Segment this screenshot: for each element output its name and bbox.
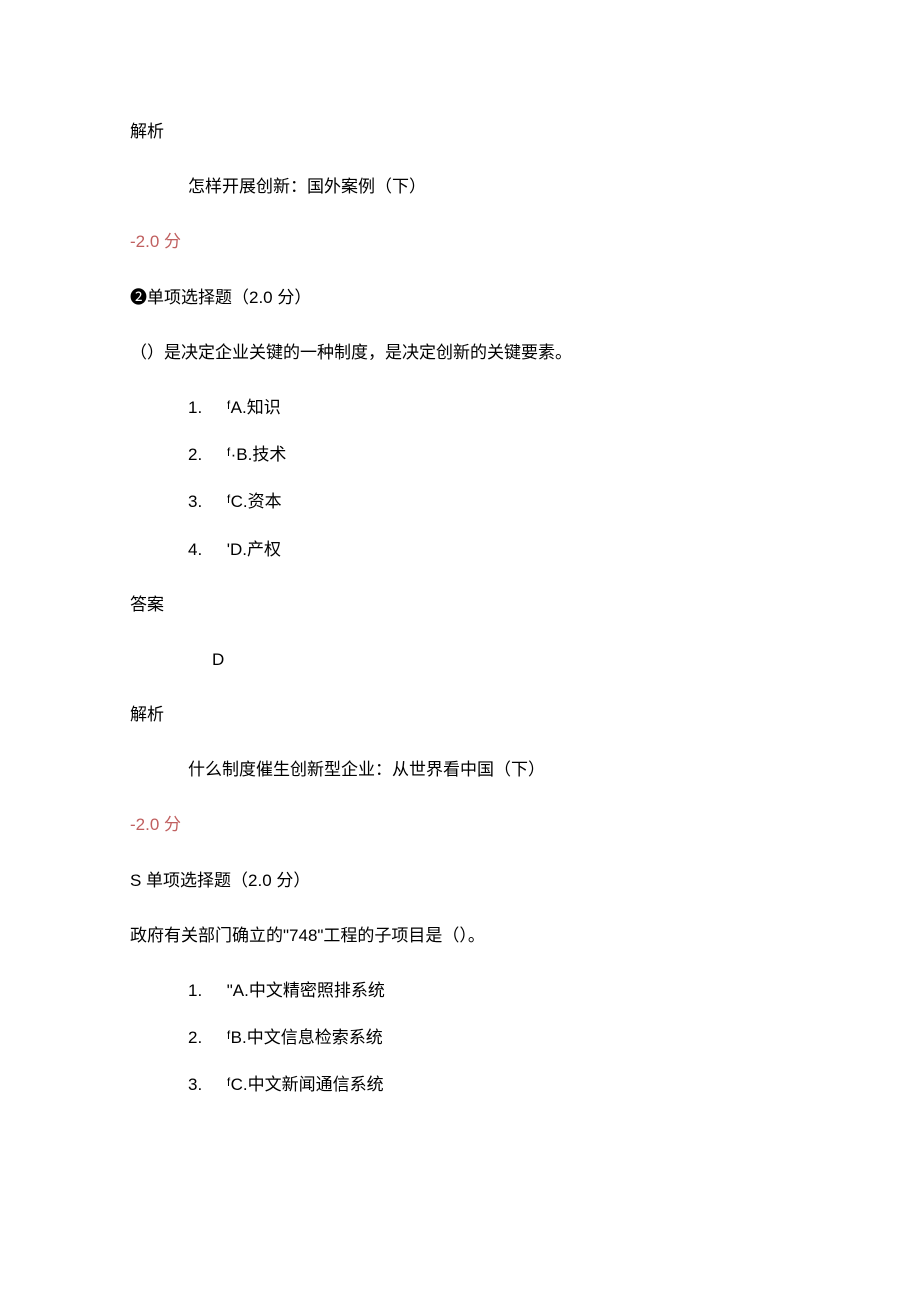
option-item: 3. ᶠC.中文新闻通信系统 [130,1071,790,1098]
option-item: 1. ᶠA.知识 [130,394,790,421]
option-text: ᶠC.资本 [227,492,282,511]
option-text: ᶠA.知识 [227,398,281,417]
option-text: "A.中文精密照排系统 [227,981,385,1000]
analysis-text: 什么制度催生创新型企业：从世界看中国（下） [130,756,790,783]
option-text: 'D.产权 [227,540,281,559]
options-list: 1. ᶠA.知识 2. ᶠ·B.技术 3. ᶠC.资本 4. 'D.产权 [130,394,790,563]
document-page: 解析 怎样开展创新：国外案例（下） -2.0 分 ❷单项选择题（2.0 分） （… [0,0,920,1301]
option-item: 2. ᶠ·B.技术 [130,441,790,468]
option-item: 4. 'D.产权 [130,536,790,563]
question-stem: 政府有关部门确立的"748"工程的子项目是（）。 [130,922,790,949]
option-text: ᶠB.中文信息检索系统 [227,1028,383,1047]
option-text: ᶠC.中文新闻通信系统 [227,1075,384,1094]
option-text: ᶠ·B.技术 [227,445,287,464]
option-number: 1. [188,977,222,1004]
question-stem: （）是决定企业关键的一种制度，是决定创新的关键要素。 [130,339,790,366]
option-number: 2. [188,441,222,468]
analysis-label: 解析 [130,118,790,145]
option-number: 2. [188,1024,222,1051]
option-item: 1. "A.中文精密照排系统 [130,977,790,1004]
score-text: -2.0 分 [130,228,790,255]
analysis-label: 解析 [130,701,790,728]
options-list: 1. "A.中文精密照排系统 2. ᶠB.中文信息检索系统 3. ᶠC.中文新闻… [130,977,790,1099]
option-number: 1. [188,394,222,421]
option-number: 4. [188,536,222,563]
option-item: 3. ᶠC.资本 [130,488,790,515]
option-number: 3. [188,488,222,515]
question-heading: ❷单项选择题（2.0 分） [130,284,790,311]
option-number: 3. [188,1071,222,1098]
answer-label: 答案 [130,591,790,618]
question-heading: S 单项选择题（2.0 分） [130,867,790,894]
option-item: 2. ᶠB.中文信息检索系统 [130,1024,790,1051]
score-text: -2.0 分 [130,811,790,838]
answer-value: D [130,646,790,673]
analysis-text: 怎样开展创新：国外案例（下） [130,173,790,200]
